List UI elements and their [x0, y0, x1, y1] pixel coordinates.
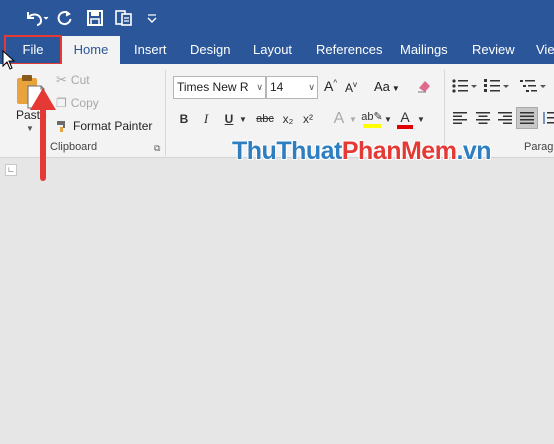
- annotation-arrow: [30, 88, 56, 181]
- mouse-cursor-icon: [2, 50, 16, 70]
